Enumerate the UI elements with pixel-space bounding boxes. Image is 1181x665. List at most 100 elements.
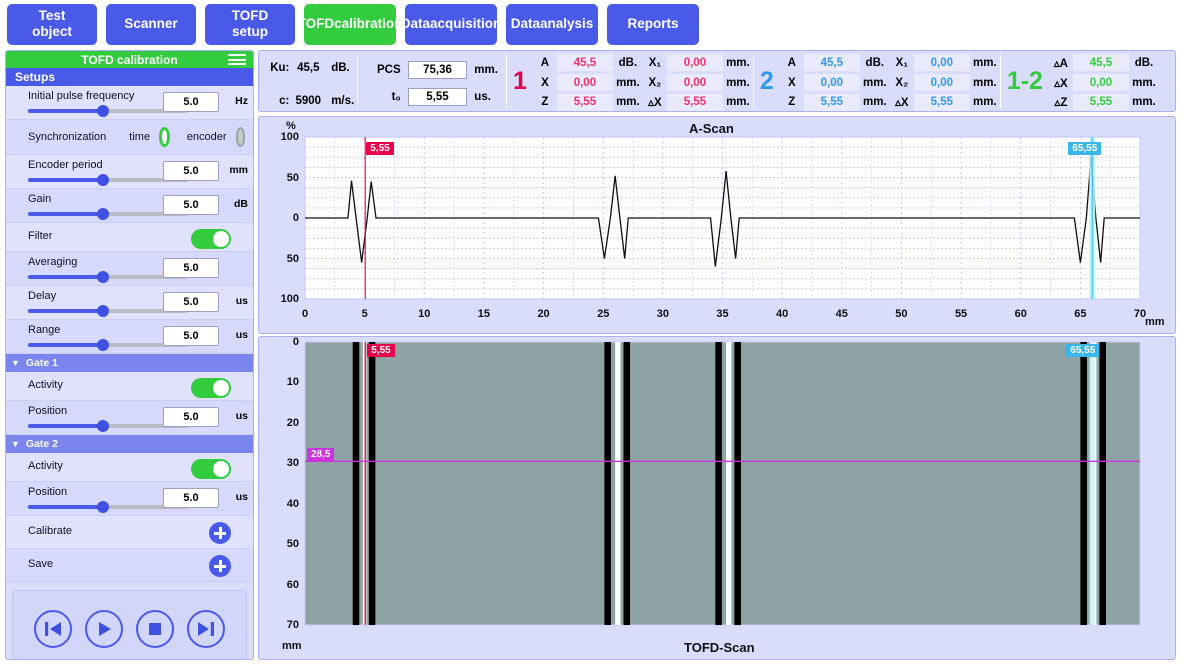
skip-to-end-icon[interactable]: [187, 610, 225, 648]
g2-r2-key2: ▵X: [895, 97, 909, 110]
input-encoder-period[interactable]: 5.0: [163, 161, 219, 181]
input-gate2-position[interactable]: 5.0: [163, 488, 219, 508]
section-label-setups: Setups: [15, 70, 56, 84]
pcs-unit: mm.: [474, 63, 498, 76]
probe-params-group: Ku: 45,5 dB. c: 5900 m/s.: [259, 51, 357, 111]
play-icon[interactable]: [85, 610, 123, 648]
slider-knob[interactable]: [97, 174, 110, 186]
slider-knob[interactable]: [97, 501, 110, 513]
g3-r2-value: 5,55: [1072, 93, 1129, 111]
ascan-xtick: 15: [477, 308, 491, 320]
g1-r1-unit: mm.: [616, 76, 640, 89]
ascan-xtick: 10: [418, 308, 431, 320]
ascan-panel: A-Scan % mm 100 50 0 50 100 0 5 10 15 20 25 30 35 40 4…: [258, 116, 1176, 334]
g3-r0-value: 45,5: [1072, 54, 1129, 72]
tofd-depth-cursor-tag[interactable]: 28,5: [307, 448, 335, 462]
row-gain: Gain 5.0 dB: [6, 189, 253, 223]
input-initial-pulse-frequency[interactable]: 5.0: [163, 92, 219, 112]
radio-sync-encoder[interactable]: [235, 127, 245, 147]
g1-r2-unit: mm.: [616, 96, 640, 109]
toggle-knob: [213, 380, 229, 396]
slider-knob[interactable]: [97, 339, 110, 351]
g2-r1-key2: X₂: [895, 76, 909, 89]
toggle-gate2-activity[interactable]: [191, 459, 231, 479]
g1-r0-value2: 0,00: [666, 54, 723, 72]
g1-r0-unit2: mm.: [726, 56, 750, 69]
g3-r1-key: ▵X: [1054, 77, 1068, 90]
ascan-ytick: 100: [280, 293, 299, 305]
g1-r2-key2: ▵X: [648, 97, 662, 110]
nav-tab-scanner[interactable]: Scanner: [106, 3, 196, 45]
ascan-xtick: 30: [656, 308, 669, 320]
nav-tab-tofd-calibration[interactable]: TOFD calibration: [298, 3, 402, 45]
radio-sync-time[interactable]: [159, 127, 170, 147]
section-header-setups[interactable]: Setups: [6, 68, 253, 86]
label-sync-encoder: encoder: [186, 131, 227, 143]
t0-label: t₀: [391, 90, 401, 103]
g2-r2-unit: mm.: [862, 96, 887, 109]
tofd-gate2-cursor-tag[interactable]: 65,55: [1066, 344, 1100, 357]
toggle-knob: [213, 231, 229, 247]
nav-tab-label: Data: [400, 16, 430, 32]
section-label-gate1: Gate 1: [25, 357, 59, 369]
g3-r2-key: ▵Z: [1054, 97, 1068, 110]
slider-knob[interactable]: [97, 420, 110, 432]
slider-fill: [28, 212, 104, 216]
slider-fill: [28, 343, 104, 347]
nav-tab-data-acquisition[interactable]: Data acquisition: [401, 3, 501, 45]
input-range[interactable]: 5.0: [163, 326, 219, 346]
slider-fill: [28, 178, 104, 182]
nav-tab-label: acquisition: [430, 16, 502, 32]
hamburger-icon[interactable]: [228, 54, 246, 65]
ascan-ytick: 0: [292, 212, 299, 224]
skip-to-start-icon[interactable]: [34, 610, 72, 648]
tofd-ytick: 30: [286, 457, 299, 470]
ascan-xtick: 40: [776, 308, 789, 320]
section-label-gate2: Gate 2: [25, 438, 59, 450]
nav-tab-reports[interactable]: Reports: [607, 3, 699, 45]
ascan-gate1-cursor-tag[interactable]: 5,55: [366, 142, 394, 155]
input-gain[interactable]: 5.0: [163, 195, 219, 215]
ascan-plot[interactable]: [259, 117, 1177, 335]
row-filter: Filter: [6, 223, 253, 252]
row-gate2-activity: Activity: [6, 453, 253, 482]
g2-r1-unit2: mm.: [972, 76, 997, 89]
input-averaging[interactable]: 5.0: [163, 258, 219, 278]
section-header-gate1[interactable]: ▼ Gate 1: [6, 354, 253, 372]
g2-r1-value2: 0,00: [913, 74, 970, 91]
stop-icon[interactable]: [136, 610, 174, 648]
section-header-gate2[interactable]: ▼ Gate 2: [6, 435, 253, 453]
t0-input[interactable]: 5,55: [407, 87, 468, 106]
nav-tab-tofd-setup[interactable]: TOFD setup: [205, 3, 295, 45]
main-navigation: Test object Scanner TOFD setup TOFD calibrat…: [0, 0, 1181, 48]
nav-tab-test-object[interactable]: Test object: [7, 3, 97, 45]
g3-r1-value: 0,00: [1072, 74, 1129, 91]
row-gate1-activity: Activity: [6, 372, 253, 401]
unit-encoder-period: mm: [229, 164, 248, 176]
tofd-plot[interactable]: [259, 337, 1177, 661]
pcs-input[interactable]: 75,36: [407, 60, 468, 79]
tofd-gate1-cursor-tag[interactable]: 5,55: [367, 344, 395, 357]
plus-icon-calibrate[interactable]: [209, 522, 231, 544]
g1-r0-key: A: [540, 56, 550, 69]
row-range: Range 5.0 us: [6, 320, 253, 354]
slider-knob[interactable]: [97, 271, 110, 283]
toggle-gate1-activity[interactable]: [191, 378, 231, 398]
g3-r1-unit: mm.: [1132, 76, 1156, 89]
input-delay[interactable]: 5.0: [163, 292, 219, 312]
nav-tab-label: TOFD setup: [231, 8, 269, 39]
ascan-gate2-cursor-tag[interactable]: 65,55: [1068, 142, 1102, 155]
nav-tab-data-analysis[interactable]: Data analysis: [506, 3, 598, 45]
slider-knob[interactable]: [97, 305, 110, 317]
pcs-label: PCS: [377, 63, 401, 76]
ascan-xtick: 55: [954, 308, 968, 320]
slider-knob[interactable]: [97, 208, 110, 220]
toggle-filter[interactable]: [191, 229, 231, 249]
row-encoder-period: Encoder period 5.0 mm: [6, 155, 253, 189]
g1-r2-value2: 5,55: [666, 93, 723, 111]
input-gate1-position[interactable]: 5.0: [163, 407, 219, 427]
slider-knob[interactable]: [97, 105, 110, 117]
plus-icon-save[interactable]: [209, 555, 231, 577]
tofd-scan-panel: TOFD-Scan mm 0 10 20 30 40 50 60 70 5,55 65,55 28,…: [258, 336, 1176, 660]
ku-value: 45,5: [297, 61, 320, 74]
